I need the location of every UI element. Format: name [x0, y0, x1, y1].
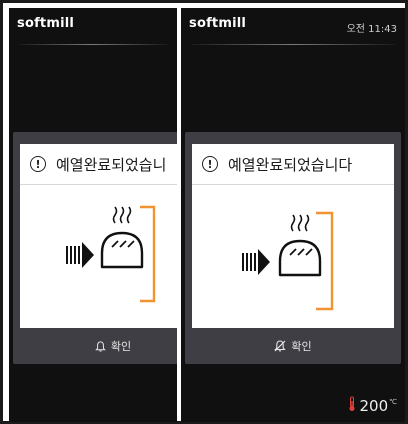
confirm-button[interactable]: 확인: [13, 328, 177, 364]
thermometer-icon: [348, 396, 356, 416]
brand-logo: softmill: [189, 16, 247, 31]
dialog-card: ! 예열완료되었습니: [20, 144, 177, 328]
arrow-right-icon: [66, 242, 94, 268]
bread-icon: [278, 239, 322, 277]
header-divider: [191, 44, 395, 45]
bell-icon: [95, 340, 106, 352]
preheat-illustration: [192, 185, 394, 328]
preheat-dialog: ! 예열완료되었습니다 확인: [185, 132, 401, 364]
right-screen: softmill 오전 11:43 ! 예열완료되었습니다 확인 200 ℃: [181, 8, 405, 422]
preheat-illustration: [20, 185, 177, 328]
info-icon: !: [202, 156, 218, 172]
temperature-readout: 200 ℃: [348, 396, 397, 416]
dialog-card: ! 예열완료되었습니다: [192, 144, 394, 328]
arrow-right-icon: [242, 249, 270, 275]
clock: 오전 11:43: [346, 24, 397, 35]
header: softmill: [9, 8, 177, 46]
dialog-title-text: 예열완료되었습니다: [228, 155, 353, 174]
dialog-title-text: 예열완료되었습니: [56, 155, 167, 174]
bell-muted-icon: [274, 340, 287, 352]
device-frame: softmill ! 예열완료되었습니 확인 softmill 오전 11:43…: [3, 3, 405, 422]
dialog-title: ! 예열완료되었습니: [20, 144, 177, 185]
header-divider: [19, 44, 167, 45]
preheat-dialog: ! 예열완료되었습니 확인: [13, 132, 177, 364]
steam-icon: [290, 214, 310, 232]
confirm-label: 확인: [110, 340, 132, 353]
bread-icon: [100, 231, 144, 269]
brand-logo: softmill: [17, 16, 75, 31]
confirm-label: 확인: [291, 340, 312, 353]
confirm-button[interactable]: 확인: [185, 328, 401, 364]
oven-door-icon: [316, 211, 334, 311]
left-screen: softmill ! 예열완료되었습니 확인: [9, 8, 177, 422]
temperature-unit: ℃: [389, 398, 397, 406]
temperature-value: 200: [359, 397, 389, 415]
header: softmill 오전 11:43: [181, 8, 405, 46]
dialog-title: ! 예열완료되었습니다: [192, 144, 394, 185]
steam-icon: [112, 206, 132, 224]
info-icon: !: [30, 156, 46, 172]
